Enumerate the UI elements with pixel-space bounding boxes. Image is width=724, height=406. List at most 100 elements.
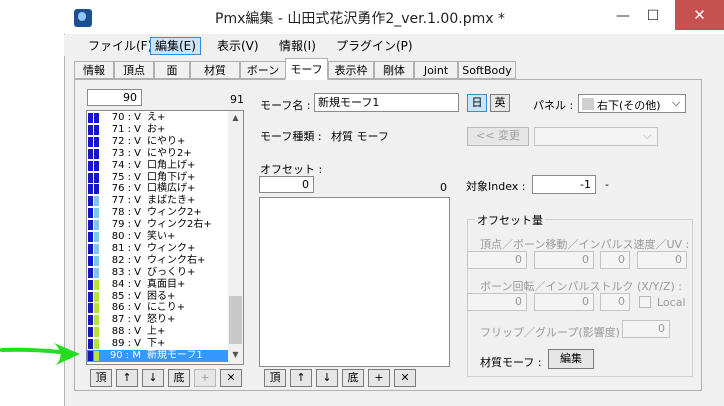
morph-panel-swatch (94, 184, 99, 195)
rotation-z-input[interactable]: 0 (600, 293, 630, 311)
tab-joint[interactable]: Joint (414, 61, 458, 79)
list-item[interactable]: 81 : V ウィンク+ (87, 243, 230, 255)
scroll-down-icon[interactable]: ▼ (229, 350, 242, 362)
morph-name: にこり+ (147, 302, 186, 314)
menu-plugin[interactable]: プラグイン(P) (332, 37, 417, 55)
scroll-up-icon[interactable]: ▲ (229, 113, 242, 125)
list-add-button[interactable]: + (194, 369, 216, 387)
panel-select[interactable]: 右下(その他) ⌵ (578, 94, 686, 113)
list-item[interactable]: 80 : V 笑い+ (87, 231, 230, 243)
list-item[interactable]: 90 : M 新規モーフ1 (87, 350, 230, 362)
tab-softbody[interactable]: SoftBody (458, 61, 516, 79)
morph-index: 87 : V (111, 314, 141, 326)
morph-category-swatch (88, 291, 93, 302)
menu-file[interactable]: ファイル(F) (84, 37, 156, 55)
offset-delete-button[interactable]: ✕ (394, 369, 416, 387)
tab-face[interactable]: 面 (154, 61, 190, 79)
morph-type-value: 材質 モーフ (331, 130, 389, 143)
list-item[interactable]: 83 : V びっくり+ (87, 267, 230, 279)
list-item[interactable]: 77 : V まばたき+ (87, 195, 230, 207)
offset-w-input[interactable]: 0 (637, 251, 687, 269)
close-button[interactable]: ✕ (675, 0, 724, 30)
tab-vertex[interactable]: 頂点 (114, 61, 154, 79)
morph-name: 口角下げ+ (147, 171, 196, 183)
offset-bottom-button[interactable]: 底 (342, 369, 364, 387)
list-item[interactable]: 78 : V ウィンク2+ (87, 207, 230, 219)
window-title: Pmx編集 - 山田式花沢勇作2_ver.1.00.pmx * (215, 11, 505, 27)
list-item[interactable]: 75 : V 口角下げ+ (87, 172, 230, 184)
tab-rigid-body[interactable]: 剛体 (374, 61, 414, 79)
target-index-input[interactable]: -1 (532, 175, 596, 194)
chevron-down-icon: ⌵ (643, 129, 652, 142)
rotation-offset-label: ボーン回転／インパルストルク (X/Y/Z) : (480, 280, 682, 293)
morph-panel-swatch (94, 315, 99, 326)
morph-category-swatch (88, 124, 93, 135)
tab-morph[interactable]: モーフ (285, 58, 328, 80)
offset-add-button[interactable]: + (368, 369, 390, 387)
morph-name-input[interactable]: 新規モーフ1 (314, 93, 459, 112)
list-item[interactable]: 74 : V 口角上げ+ (87, 160, 230, 172)
menu-info[interactable]: 情報(I) (275, 37, 320, 55)
morph-category-swatch (88, 243, 93, 254)
list-top-button[interactable]: 頂 (90, 369, 112, 387)
menu-view[interactable]: 表示(V) (213, 37, 263, 55)
morph-index: 70 : V (111, 112, 141, 123)
morph-category-swatch (88, 184, 93, 195)
morph-name-label: モーフ名 : (260, 99, 311, 112)
list-item[interactable]: 82 : V ウィンク右+ (87, 255, 230, 267)
list-item[interactable]: 71 : V お+ (87, 124, 230, 136)
list-item[interactable]: 85 : V 困る+ (87, 291, 230, 303)
list-scroll-thumb[interactable] (229, 296, 242, 344)
offset-z-input[interactable]: 0 (600, 251, 630, 269)
list-item[interactable]: 86 : V にこり+ (87, 302, 230, 314)
morph-panel-swatch (94, 267, 99, 278)
offset-top-button[interactable]: 頂 (264, 369, 286, 387)
flip-group-input[interactable]: 0 (622, 320, 670, 338)
offset-up-button[interactable]: ↑ (290, 369, 312, 387)
list-item[interactable]: 70 : V え+ (87, 112, 230, 124)
list-item[interactable]: 79 : V ウィンク2右+ (87, 219, 230, 231)
offset-index-input[interactable]: 0 (259, 176, 314, 193)
local-checkbox[interactable] (639, 296, 651, 308)
tab-info[interactable]: 情報 (74, 61, 114, 79)
change-type-button[interactable]: << 変更 (467, 127, 529, 146)
maximize-button[interactable]: ☐ (640, 6, 666, 26)
morph-category-swatch (88, 267, 93, 278)
list-delete-button[interactable]: ✕ (220, 369, 242, 387)
list-item[interactable]: 89 : V 下+ (87, 338, 230, 350)
rotation-x-input[interactable]: 0 (467, 293, 527, 311)
morph-index: 72 : V (111, 135, 141, 147)
tab-display-frame[interactable]: 表示枠 (328, 61, 374, 79)
list-bottom-button[interactable]: 底 (168, 369, 190, 387)
material-edit-button[interactable]: 編集 (548, 349, 594, 369)
green-arrow-annotation (0, 343, 80, 365)
morph-name: 困る+ (147, 290, 176, 302)
list-item[interactable]: 72 : V にやり+ (87, 136, 230, 148)
list-up-button[interactable]: ↑ (116, 369, 138, 387)
lang-en-button[interactable]: 英 (490, 94, 510, 112)
tab-material[interactable]: 材質 (190, 61, 240, 79)
position-offset-label: 頂点／ボーン移動／インパルス速度／UV : (480, 238, 690, 251)
tab-bone[interactable]: ボーン (240, 61, 286, 79)
morph-index: 80 : V (111, 231, 141, 242)
offset-x-input[interactable]: 0 (467, 251, 527, 269)
morph-index: 74 : V (111, 159, 141, 171)
list-down-button[interactable]: ↓ (142, 369, 164, 387)
list-item[interactable]: 87 : V 怒り+ (87, 314, 230, 326)
offset-listbox[interactable] (259, 197, 450, 367)
morph-name: 笑い+ (147, 231, 176, 242)
rotation-y-input[interactable]: 0 (534, 293, 594, 311)
list-item[interactable]: 73 : V にやり2+ (87, 148, 230, 160)
offset-down-button[interactable]: ↓ (316, 369, 338, 387)
minimize-button[interactable]: — (610, 6, 636, 26)
menu-edit[interactable]: 編集(E) (150, 37, 201, 55)
list-item[interactable]: 84 : V 真面目+ (87, 279, 230, 291)
morph-name: ウィンク2右+ (147, 219, 212, 231)
lang-jp-button[interactable]: 日 (467, 94, 487, 112)
list-item[interactable]: 88 : V 上+ (87, 326, 230, 338)
offset-y-input[interactable]: 0 (534, 251, 594, 269)
list-item[interactable]: 76 : V 口横広げ+ (87, 183, 230, 195)
morph-index-input[interactable]: 90 (87, 89, 142, 106)
morph-type-label: モーフ種類 : (260, 130, 322, 143)
type-change-select[interactable]: ⌵ (534, 127, 658, 146)
